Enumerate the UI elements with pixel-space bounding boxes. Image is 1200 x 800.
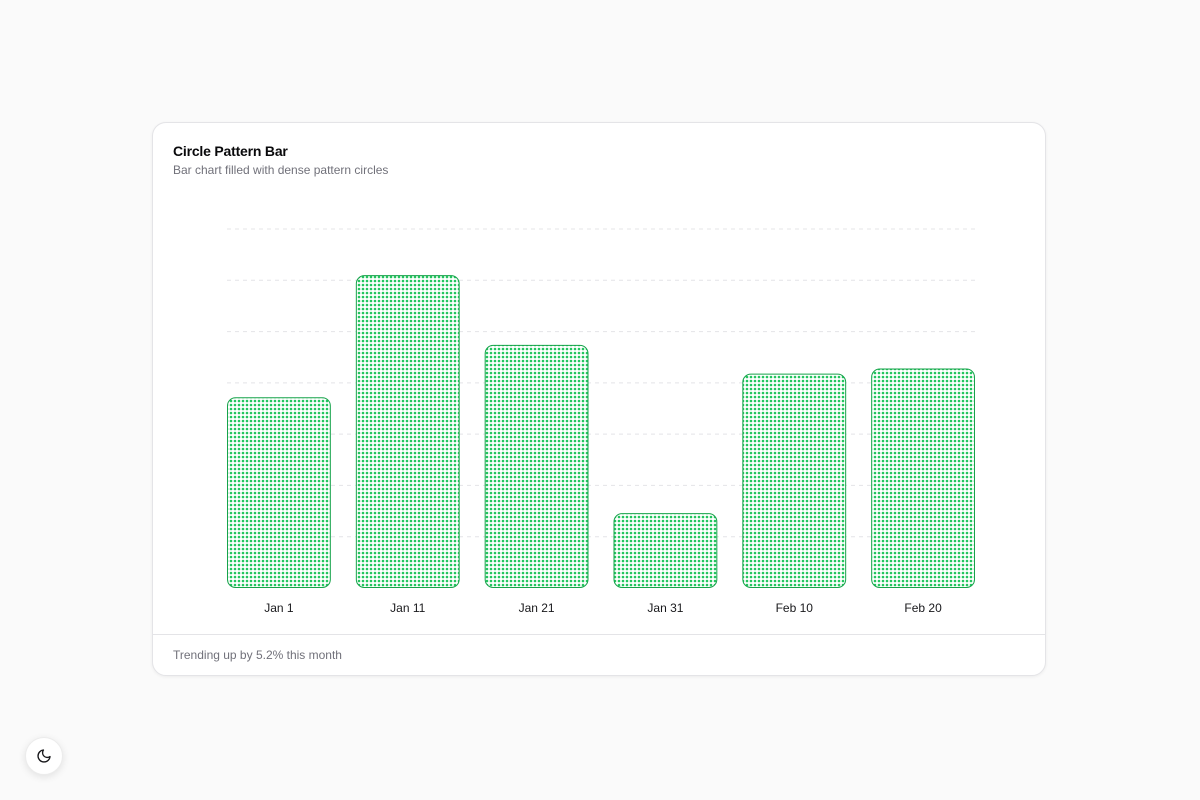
x-tick-label: Feb 20 — [904, 601, 942, 615]
grid-lines — [227, 228, 975, 538]
bar-jan-1[interactable] — [227, 397, 331, 588]
bar-jan-11[interactable] — [355, 275, 460, 589]
x-axis-labels: Jan 1 Jan 11 Jan 21 Jan 31 Feb 10 Feb 20 — [264, 601, 942, 615]
bar-feb-20[interactable] — [871, 368, 976, 588]
bar-chart: Jan 1 Jan 11 Jan 21 Jan 31 Feb 10 Feb 20 — [227, 228, 976, 615]
theme-toggle-button[interactable] — [25, 737, 63, 775]
card-footer: Trending up by 5.2% this month — [153, 634, 1045, 675]
x-tick-label: Jan 21 — [519, 601, 555, 615]
chart-card: Circle Pattern Bar Bar chart filled with… — [152, 122, 1046, 676]
x-tick-label: Jan 1 — [264, 601, 294, 615]
trend-text: Trending up by 5.2% this month — [173, 648, 342, 662]
bar-feb-10[interactable] — [742, 373, 847, 588]
x-tick-label: Jan 11 — [390, 601, 425, 615]
moon-icon — [37, 749, 51, 763]
x-tick-label: Feb 10 — [776, 601, 814, 615]
bar-jan-31[interactable] — [613, 513, 718, 589]
x-tick-label: Jan 31 — [647, 601, 683, 615]
bar-jan-21[interactable] — [484, 344, 589, 588]
bars — [227, 275, 976, 589]
